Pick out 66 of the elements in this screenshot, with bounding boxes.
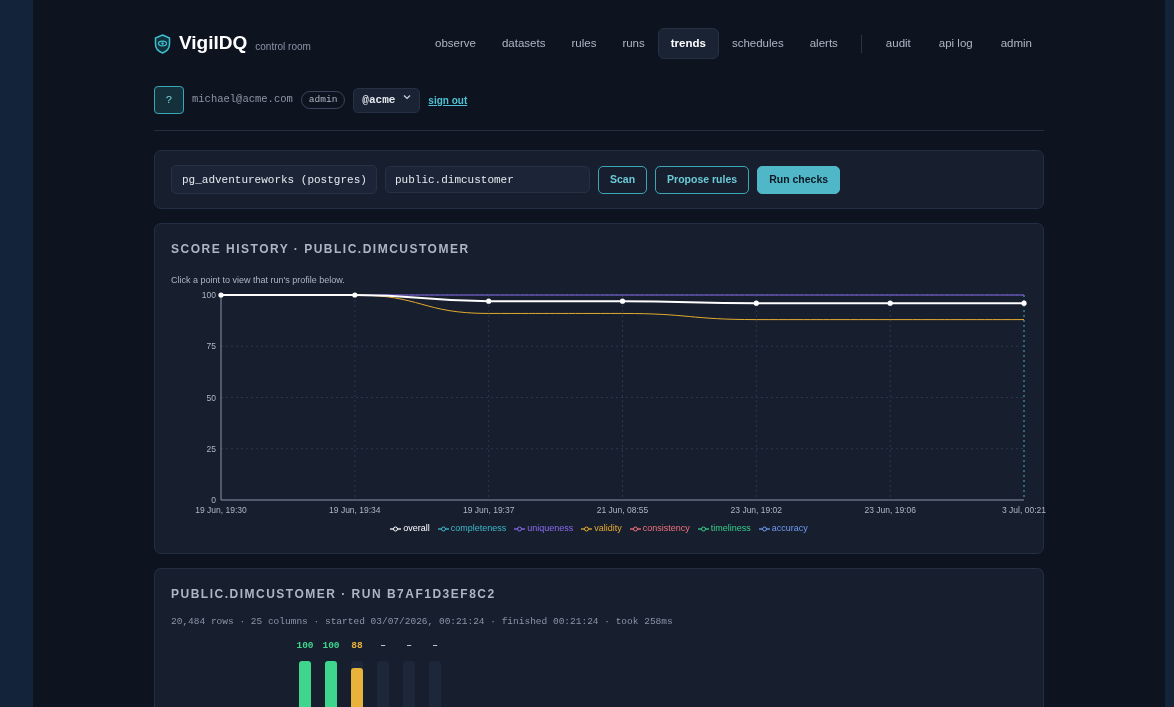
legend-item[interactable]: accuracy [758, 521, 808, 536]
data-point[interactable] [486, 298, 492, 304]
legend-item[interactable]: consistency [629, 521, 690, 536]
score-value: 88 [351, 638, 363, 653]
legend-item[interactable]: completeness [437, 521, 507, 536]
nav-tab[interactable]: trends [657, 28, 719, 60]
nav-tab[interactable]: rules [558, 28, 610, 60]
y-tick-label: 75 [206, 341, 216, 351]
toolbar-button[interactable]: Scan [598, 165, 648, 194]
help-button[interactable]: ? [154, 86, 184, 115]
legend-item[interactable]: timeliness [697, 521, 751, 536]
table-field[interactable]: public.dimcustomer [385, 166, 590, 194]
x-tick-label: 19 Jun, 19:34 [329, 504, 381, 515]
nav-tab[interactable]: admin [986, 28, 1044, 60]
legend-line-icon [437, 525, 449, 532]
org-select[interactable]: @acme [353, 88, 421, 113]
run-summary: 20,484 rows · 25 columns · started 03/07/2026, 00:21:24 · finished 00:21:24 · took 258ms [171, 615, 674, 630]
legend-item[interactable]: overall [390, 521, 430, 536]
y-tick-label: 0 [211, 494, 216, 505]
data-point[interactable] [352, 292, 358, 298]
x-tick-label: 19 Jun, 19:30 [195, 504, 247, 515]
legend-line-icon [758, 525, 770, 532]
x-tick-label: 23 Jun, 19:02 [730, 504, 783, 515]
chart-hint: Click a point to view that run's profile below. [171, 274, 346, 288]
user-email: michael@acme.com [192, 92, 293, 108]
score-value: – [380, 638, 386, 653]
legend-line-icon [390, 525, 402, 532]
score-value: 100 [296, 638, 314, 653]
chevron-down-icon [403, 92, 412, 102]
shield-eye-icon [154, 33, 171, 54]
data-point[interactable] [753, 300, 759, 306]
nav-tab[interactable]: schedules [718, 28, 797, 60]
sign-out-link[interactable]: sign out [428, 92, 468, 108]
data-point[interactable] [619, 298, 626, 304]
score-value: 100 [322, 638, 340, 653]
legend-line-icon [581, 525, 593, 532]
toolbar-button[interactable]: Propose rules [655, 165, 750, 194]
card-title: SCORE HISTORY · PUBLIC.DIMCUSTOMER [171, 241, 471, 259]
x-tick-label: 3 Jul, 00:21 [1002, 504, 1046, 515]
data-point[interactable] [218, 292, 224, 298]
score-value: – [432, 638, 438, 653]
legend-item[interactable]: uniqueness [514, 521, 574, 536]
legend-line-icon [629, 525, 641, 532]
connection-select[interactable]: pg_adventureworks (postgres) [171, 165, 377, 195]
nav-tab[interactable]: runs [609, 28, 658, 60]
brand-tagline: control room [255, 40, 311, 55]
nav-tab[interactable]: api log [924, 28, 987, 60]
nav-tab[interactable]: datasets [488, 28, 559, 60]
x-tick-label: 23 Jun, 19:06 [864, 504, 916, 515]
nav-tab[interactable]: audit [871, 28, 925, 60]
y-tick-label: 25 [206, 443, 216, 454]
toolbar-button[interactable]: Run checks [757, 165, 841, 194]
y-tick-label: 100 [201, 289, 216, 300]
x-tick-label: 21 Jun, 08:55 [596, 504, 649, 515]
nav-tab[interactable]: observe [422, 28, 489, 60]
legend-line-icon [514, 525, 526, 532]
score-value: – [406, 638, 412, 653]
brand-name: VigilDQ [179, 31, 248, 56]
card-title: PUBLIC.DIMCUSTOMER · RUN B7AF1D3EF8C2 [171, 586, 497, 604]
y-tick-label: 50 [206, 392, 216, 403]
nav-tab[interactable]: alerts [796, 28, 851, 60]
data-point[interactable] [1021, 300, 1027, 306]
data-point[interactable] [887, 300, 893, 306]
x-tick-label: 19 Jun, 19:37 [462, 504, 515, 515]
legend-item[interactable]: validity [581, 521, 622, 536]
legend-line-icon [697, 525, 709, 532]
